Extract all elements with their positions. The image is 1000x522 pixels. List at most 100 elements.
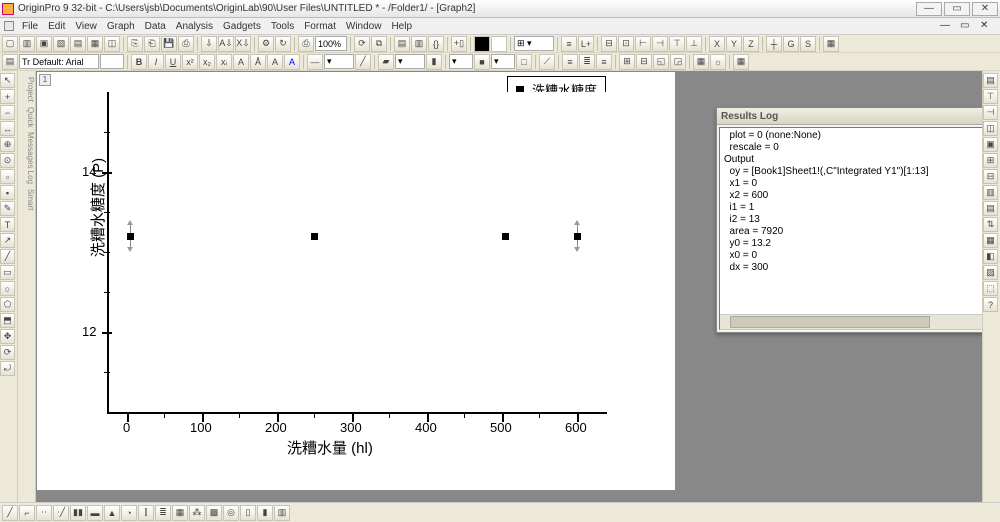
mask-tool-icon[interactable]: ▪ [0, 185, 15, 200]
rescale-combo[interactable]: ⊞ ▾ [514, 36, 554, 51]
rescale-tool-icon[interactable]: ↔ [0, 121, 15, 136]
menu-graph[interactable]: Graph [102, 21, 140, 32]
fill-color-button[interactable] [491, 36, 507, 52]
align-h-icon[interactable]: ▤ [983, 201, 998, 216]
recalculate-button[interactable]: ↻ [275, 36, 291, 52]
rotate-tool-icon[interactable]: ⟳ [0, 345, 15, 360]
theme-organizer-button[interactable]: ▤ [2, 54, 18, 70]
align-center-button[interactable]: ≣ [579, 54, 595, 70]
symbol-interior-combo[interactable]: ▾ [491, 54, 515, 69]
fill-color-button2[interactable]: ▮ [426, 54, 442, 70]
zoom-combo[interactable]: 100% [315, 36, 347, 51]
import-excel-button[interactable]: X⇩ [235, 36, 251, 52]
maximize-button[interactable]: ▭ [944, 2, 970, 16]
lighting-button[interactable]: ☼ [710, 54, 726, 70]
new-notes-button[interactable]: ◫ [104, 36, 120, 52]
region-tool-icon[interactable]: ⬒ [0, 313, 15, 328]
theme-button[interactable]: ▦ [823, 36, 839, 52]
new-workbook-button[interactable]: ▥ [19, 36, 35, 52]
menu-gadgets[interactable]: Gadgets [218, 21, 266, 32]
results-log-body[interactable]: plot = 0 (none:None) rescale = 0 Output … [719, 127, 982, 330]
new-project-button[interactable]: ▢ [2, 36, 18, 52]
g-button[interactable]: G [783, 36, 799, 52]
align-v-icon[interactable]: ▥ [983, 185, 998, 200]
polygon-tool-icon[interactable]: ⬠ [0, 297, 15, 312]
menu-data[interactable]: Data [140, 21, 171, 32]
subscript-button[interactable]: x₂ [199, 54, 215, 70]
y-button[interactable]: Y [726, 36, 742, 52]
mdi-icon[interactable] [4, 21, 14, 31]
front-button[interactable]: ◱ [653, 54, 669, 70]
scatter-plot-icon[interactable]: ⋅⋅ [36, 505, 52, 521]
add-inset2-icon[interactable]: ▣ [983, 137, 998, 152]
axis-left-button[interactable]: ⊢ [635, 36, 651, 52]
line-width-combo[interactable]: ▾ [324, 54, 354, 69]
import-wizard-button[interactable]: ⇩ [201, 36, 217, 52]
y-axis-label[interactable]: 洗糟水糖度 (P) [87, 158, 108, 257]
palette2-icon[interactable]: ▨ [983, 265, 998, 280]
new-excel-button[interactable]: ▣ [36, 36, 52, 52]
superscript-button[interactable]: x² [182, 54, 198, 70]
print-button[interactable]: ⎙ [298, 36, 314, 52]
plot-area[interactable]: 12 14 0 100 200 300 400 50 [107, 92, 637, 462]
new-layout-button[interactable]: ▦ [87, 36, 103, 52]
draw-data-icon[interactable]: ✎ [0, 201, 15, 216]
data-point[interactable] [574, 233, 581, 240]
extract-graph-icon[interactable]: ⊟ [983, 169, 998, 184]
histogram-icon[interactable]: ▮ [257, 505, 273, 521]
mdi-minimize-button[interactable]: — [940, 20, 958, 32]
mesh-button[interactable]: ▦ [733, 54, 749, 70]
back-button[interactable]: ◲ [670, 54, 686, 70]
group-button[interactable]: ⊞ [619, 54, 635, 70]
bold-button[interactable]: B [131, 54, 147, 70]
import-ascii-button[interactable]: A⇩ [218, 36, 234, 52]
legend-button[interactable]: ≡ [561, 36, 577, 52]
x-axis-label[interactable]: 洗糟水量 (hl) [287, 437, 373, 458]
template-lib-icon[interactable]: ▥ [274, 505, 290, 521]
mdi-close-button[interactable]: ✕ [980, 20, 998, 32]
axis-right-button[interactable]: ⊣ [652, 36, 668, 52]
axis-bottom-button[interactable]: ⊥ [686, 36, 702, 52]
anti-alias-button[interactable]: ⟋ [539, 54, 555, 70]
column-plot-icon[interactable]: ▮▮ [70, 505, 86, 521]
area-plot-icon[interactable]: ▲ [104, 505, 120, 521]
save-button[interactable]: 💾 [161, 36, 177, 52]
italic-button[interactable]: I [148, 54, 164, 70]
rect-tool-icon[interactable]: ▭ [0, 265, 15, 280]
ungroup-button[interactable]: ⊟ [636, 54, 652, 70]
circle-tool-icon[interactable]: ○ [0, 281, 15, 296]
close-button[interactable]: ✕ [972, 2, 998, 16]
contour-icon[interactable]: ◎ [223, 505, 239, 521]
fill-pattern-combo[interactable]: ▾ [395, 54, 425, 69]
symbol-edge-button[interactable]: □ [516, 54, 532, 70]
reader-tool-icon[interactable]: ⊕ [0, 137, 15, 152]
new-matrix-button[interactable]: ▤ [70, 36, 86, 52]
line-color-button[interactable] [474, 36, 490, 52]
zoom-in-tool-icon[interactable]: + [0, 89, 15, 104]
increase-font-button[interactable]: Å [250, 54, 266, 70]
xyz-button[interactable]: X [709, 36, 725, 52]
graph-window[interactable]: 1 洗糟水糖度 12 14 0 [36, 71, 676, 491]
rotate-btn2-icon[interactable]: ⤾ [0, 361, 15, 376]
swap-icon[interactable]: ⇅ [983, 217, 998, 232]
add-right-y-icon[interactable]: ⊣ [983, 105, 998, 120]
symbol-size-combo[interactable]: ▾ [449, 54, 473, 69]
align-right-button[interactable]: ≡ [596, 54, 612, 70]
duplicate-button[interactable]: ⧉ [371, 36, 387, 52]
3d-bar-icon[interactable]: ▦ [172, 505, 188, 521]
layer-mgr-icon[interactable]: ▤ [983, 73, 998, 88]
mdi-restore-button[interactable]: ▭ [960, 20, 978, 32]
double-y-icon[interactable]: ⫿ [138, 505, 154, 521]
layer-icon[interactable]: 1 [39, 74, 51, 86]
add-inset-icon[interactable]: ◫ [983, 121, 998, 136]
none-button[interactable]: ┼ [766, 36, 782, 52]
3d-scatter-icon[interactable]: ⁂ [189, 505, 205, 521]
font-color-button[interactable]: A [284, 54, 300, 70]
menu-help[interactable]: Help [386, 21, 417, 32]
arrow-tool-icon[interactable]: ↗ [0, 233, 15, 248]
z-button[interactable]: Z [743, 36, 759, 52]
menu-tools[interactable]: Tools [266, 21, 299, 32]
menu-analysis[interactable]: Analysis [171, 21, 218, 32]
open-button[interactable]: ⎘ [127, 36, 143, 52]
data-point[interactable] [127, 233, 134, 240]
